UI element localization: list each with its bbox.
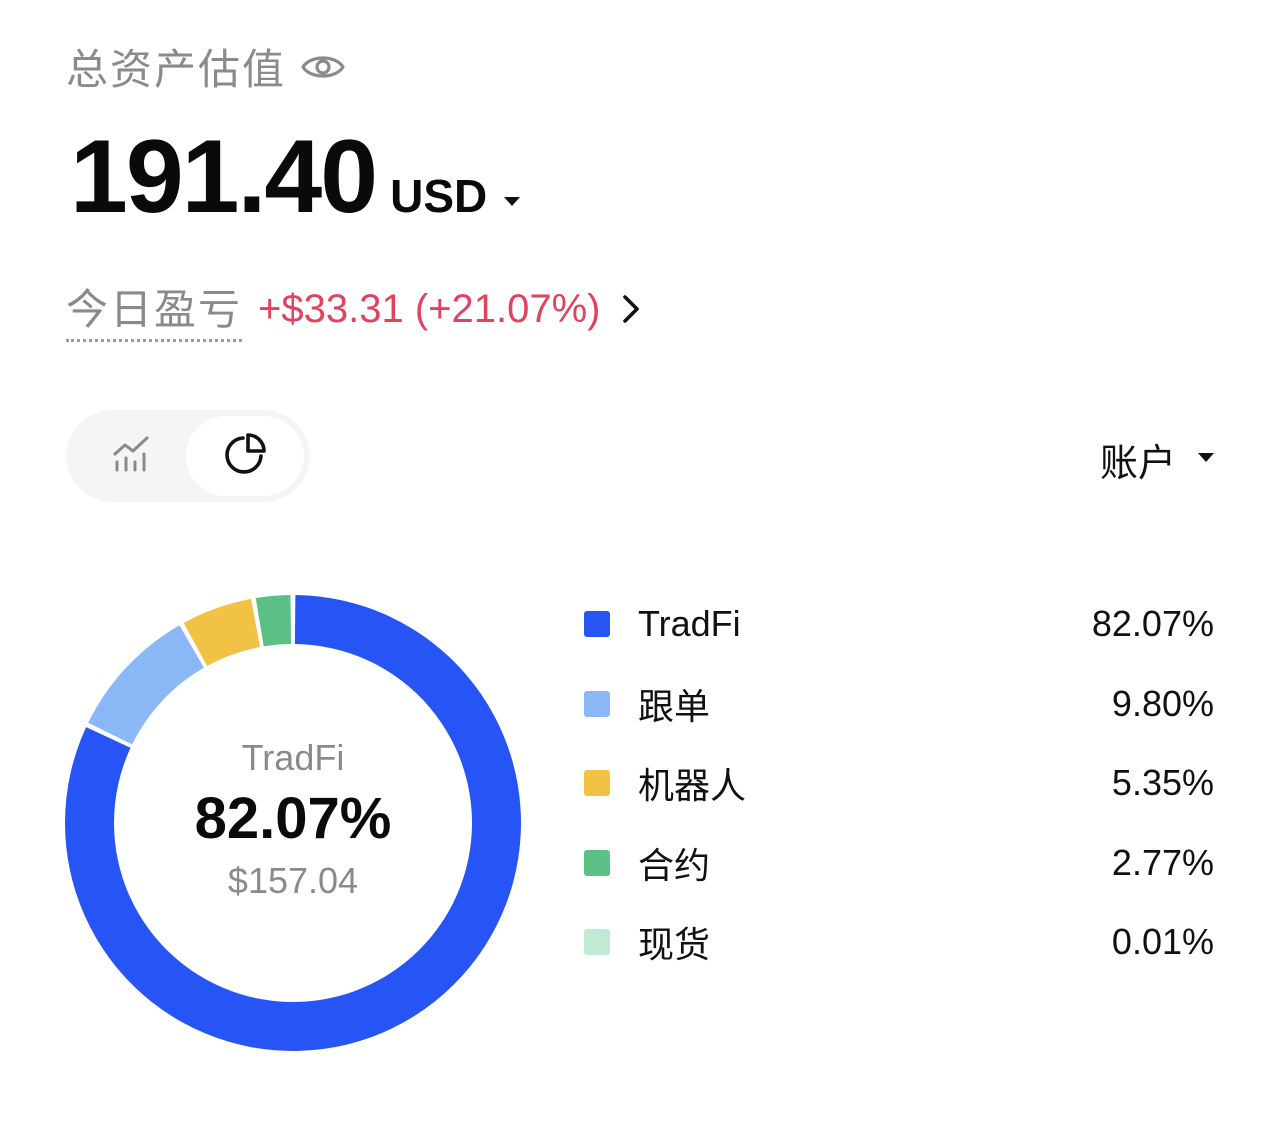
page-title: 总资产估值	[66, 46, 287, 93]
legend-item[interactable]: TradFi 82.07%	[584, 584, 1214, 664]
caret-down-icon[interactable]	[501, 190, 523, 212]
legend-swatch	[584, 849, 610, 876]
pnl-label[interactable]: 今日盈亏	[66, 276, 243, 342]
pie-chart-icon	[222, 431, 268, 482]
legend-label: 现货	[638, 924, 711, 965]
legend-label: TradFi	[638, 603, 741, 644]
donut-slice-1[interactable]	[88, 625, 204, 745]
legend-item[interactable]: 合约 2.77%	[584, 823, 1214, 903]
currency-label[interactable]: USD	[390, 169, 487, 223]
legend-swatch	[584, 770, 610, 796]
account-filter-dropdown[interactable]: 账户	[1100, 432, 1216, 487]
legend-label: 机器人	[638, 765, 747, 806]
legend-item[interactable]: 跟单 9.80%	[584, 664, 1214, 744]
legend-item[interactable]: 现货 0.01%	[584, 902, 1214, 982]
line-chart-icon	[109, 432, 153, 481]
line-chart-view-button[interactable]	[72, 416, 190, 496]
legend-label: 跟单	[638, 685, 711, 727]
legend-percent: 2.77%	[1111, 841, 1214, 883]
balance-value: 191.40	[70, 119, 378, 235]
pie-chart-view-button[interactable]	[186, 416, 304, 496]
legend-swatch	[584, 690, 610, 717]
total-balance: 191.40 USD	[70, 118, 523, 237]
eye-icon[interactable]	[300, 44, 346, 90]
legend-percent: 0.01%	[1111, 921, 1214, 962]
asset-header: 总资产估值	[66, 36, 346, 97]
account-filter-label[interactable]: 账户	[1100, 432, 1176, 487]
daily-pnl[interactable]: 今日盈亏 +$33.31 (+21.07%)	[66, 276, 645, 342]
allocation-donut-chart[interactable]	[60, 590, 526, 1056]
legend-item[interactable]: 机器人 5.35%	[584, 743, 1214, 823]
legend-percent: 82.07%	[1091, 603, 1214, 644]
chevron-right-icon[interactable]	[617, 289, 645, 329]
legend-percent: 9.80%	[1111, 682, 1214, 724]
legend-swatch	[584, 611, 610, 637]
legend-swatch	[584, 929, 610, 955]
chart-view-toggle	[66, 410, 310, 502]
donut-slice-3[interactable]	[255, 595, 292, 647]
caret-down-icon[interactable]	[1196, 447, 1216, 472]
legend-percent: 5.35%	[1111, 762, 1214, 803]
legend-label: 合约	[638, 844, 711, 886]
pnl-value: +$33.31 (+21.07%)	[258, 286, 601, 331]
